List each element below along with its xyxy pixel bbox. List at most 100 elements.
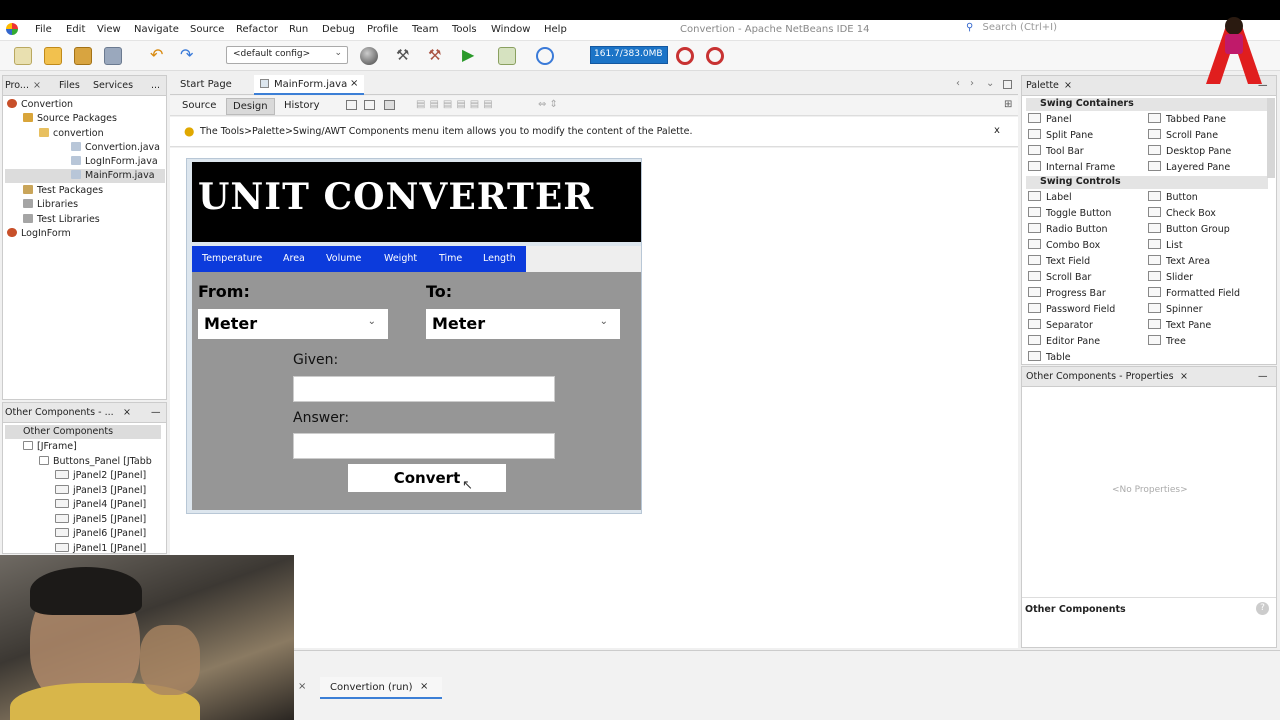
- save-all-icon[interactable]: [104, 47, 122, 65]
- chevron-down-icon[interactable]: ⌄: [986, 78, 994, 89]
- tab-services[interactable]: Services: [93, 80, 133, 91]
- palette-item-toggle-button[interactable]: Toggle Button: [1028, 207, 1111, 219]
- palette-item-text-pane[interactable]: Text Pane: [1148, 319, 1211, 331]
- menu-tools[interactable]: Tools: [452, 24, 477, 35]
- tree-item-convertion-java[interactable]: Convertion.java: [71, 141, 160, 155]
- grid-icon[interactable]: ⊞: [1004, 99, 1012, 110]
- clean-build-icon[interactable]: ⚒: [428, 47, 446, 65]
- menu-profile[interactable]: Profile: [367, 24, 398, 35]
- connection-mode-icon[interactable]: [364, 100, 375, 110]
- navigator-title[interactable]: Other Components - ...: [5, 407, 114, 418]
- answer-field[interactable]: [293, 433, 555, 459]
- palette-item-check-box[interactable]: Check Box: [1148, 207, 1216, 219]
- unit-tab-area[interactable]: Area: [283, 253, 305, 264]
- tree-item-loginform-java[interactable]: LogInForm.java: [71, 155, 158, 169]
- tree-item-test-libraries[interactable]: Test Libraries: [23, 213, 100, 227]
- palette-item-button-group[interactable]: Button Group: [1148, 223, 1230, 235]
- scroll-right-icon[interactable]: ›: [970, 78, 974, 89]
- palette-item-button[interactable]: Button: [1148, 191, 1198, 203]
- palette-item-text-field[interactable]: Text Field: [1028, 255, 1090, 267]
- memory-indicator[interactable]: 161.7/383.0MB: [590, 46, 668, 64]
- unit-tab-temperature[interactable]: Temperature: [202, 253, 262, 264]
- run-icon[interactable]: ▶: [462, 47, 480, 65]
- close-icon[interactable]: ×: [1180, 371, 1188, 382]
- palette-item-label[interactable]: Label: [1028, 191, 1072, 203]
- palette-item-panel[interactable]: Panel: [1028, 113, 1072, 125]
- palette-item-scroll-bar[interactable]: Scroll Bar: [1028, 271, 1091, 283]
- unit-tab-weight[interactable]: Weight: [384, 253, 417, 264]
- palette-item-internal-frame[interactable]: Internal Frame: [1028, 161, 1115, 173]
- menu-run[interactable]: Run: [289, 24, 308, 35]
- palette-item-layered-pane[interactable]: Layered Pane: [1148, 161, 1230, 173]
- minimize-icon[interactable]: —: [1258, 371, 1268, 382]
- view-source[interactable]: Source: [182, 100, 216, 111]
- tree-item-package[interactable]: convertion: [39, 127, 104, 141]
- palette-item-password-field[interactable]: Password Field: [1028, 303, 1115, 315]
- tree-item-source-packages[interactable]: Source Packages: [23, 112, 117, 126]
- menu-window[interactable]: Window: [491, 24, 530, 35]
- open-project-icon[interactable]: [74, 47, 92, 65]
- menu-file[interactable]: File: [35, 24, 52, 35]
- palette-item-tabbed-pane[interactable]: Tabbed Pane: [1148, 113, 1226, 125]
- palette-item-desktop-pane[interactable]: Desktop Pane: [1148, 145, 1231, 157]
- palette-title[interactable]: Palette: [1026, 80, 1059, 91]
- palette-scrollbar[interactable]: [1267, 98, 1275, 178]
- palette-item-combo-box[interactable]: Combo Box: [1028, 239, 1100, 251]
- nav-item-jframe[interactable]: [JFrame]: [23, 440, 77, 454]
- tree-item-libraries[interactable]: Libraries: [23, 198, 78, 212]
- tab-files[interactable]: Files: [59, 80, 80, 91]
- close-icon[interactable]: ×: [1064, 80, 1072, 91]
- palette-item-scroll-pane[interactable]: Scroll Pane: [1148, 129, 1218, 141]
- new-project-icon[interactable]: [44, 47, 62, 65]
- unit-tab-length[interactable]: Length: [483, 253, 516, 264]
- build-hammer-icon[interactable]: ⚒: [396, 47, 414, 65]
- tab-mainform[interactable]: MainForm.java ×: [254, 75, 364, 95]
- tab-start-page[interactable]: Start Page: [180, 79, 232, 90]
- palette-item-separator[interactable]: Separator: [1028, 319, 1093, 331]
- tab-more[interactable]: ...: [151, 80, 160, 91]
- nav-item-jpanel1[interactable]: jPanel1 [JPanel]: [55, 542, 146, 556]
- gc-icon[interactable]: [676, 47, 694, 65]
- palette-item-text-area[interactable]: Text Area: [1148, 255, 1210, 267]
- palette-item-spinner[interactable]: Spinner: [1148, 303, 1203, 315]
- resize-icons[interactable]: ⇔ ⇕: [538, 99, 558, 110]
- palette-item-tree[interactable]: Tree: [1148, 335, 1186, 347]
- close-icon[interactable]: ×: [33, 80, 41, 91]
- nav-item-jpanel2[interactable]: jPanel2 [JPanel]: [55, 469, 146, 483]
- tree-item-mainform-java[interactable]: MainForm.java: [5, 169, 165, 183]
- close-icon[interactable]: ×: [298, 681, 306, 692]
- palette-item-slider[interactable]: Slider: [1148, 271, 1193, 283]
- palette-item-radio-button[interactable]: Radio Button: [1028, 223, 1108, 235]
- palette-item-progress-bar[interactable]: Progress Bar: [1028, 287, 1106, 299]
- debug-icon[interactable]: [498, 47, 516, 65]
- tree-item-test-packages[interactable]: Test Packages: [23, 184, 103, 198]
- preview-design-icon[interactable]: [384, 100, 395, 110]
- palette-item-formatted-field[interactable]: Formatted Field: [1148, 287, 1240, 299]
- properties-title[interactable]: Other Components - Properties: [1026, 371, 1174, 382]
- new-file-icon[interactable]: [14, 47, 32, 65]
- nav-item-jpanel4[interactable]: jPanel4 [JPanel]: [55, 498, 146, 512]
- view-history[interactable]: History: [284, 100, 320, 111]
- menu-refactor[interactable]: Refactor: [236, 24, 278, 35]
- profile-icon[interactable]: [536, 47, 554, 65]
- palette-category-containers[interactable]: Swing Containers: [1026, 98, 1268, 111]
- selection-mode-icon[interactable]: [346, 100, 357, 110]
- minimize-icon[interactable]: —: [151, 407, 161, 418]
- align-icons[interactable]: ▤▤▤▤▤▤: [416, 99, 497, 110]
- target-icon[interactable]: [360, 47, 378, 65]
- menu-navigate[interactable]: Navigate: [134, 24, 179, 35]
- palette-item-table[interactable]: Table: [1028, 351, 1071, 363]
- palette-item-split-pane[interactable]: Split Pane: [1028, 129, 1093, 141]
- unit-tab-time[interactable]: Time: [439, 253, 462, 264]
- maximize-icon[interactable]: [1003, 80, 1012, 89]
- nav-item-buttons-panel[interactable]: Buttons_Panel [JTabb: [39, 455, 152, 469]
- unit-tab-volume[interactable]: Volume: [326, 253, 361, 264]
- close-icon[interactable]: ×: [350, 78, 358, 89]
- hint-close-button[interactable]: x: [994, 125, 1000, 136]
- palette-item-tool-bar[interactable]: Tool Bar: [1028, 145, 1084, 157]
- tree-item-convertion[interactable]: Convertion: [7, 98, 73, 112]
- menu-debug[interactable]: Debug: [322, 24, 355, 35]
- menu-help[interactable]: Help: [544, 24, 567, 35]
- view-design[interactable]: Design: [226, 98, 275, 115]
- palette-category-controls[interactable]: Swing Controls: [1026, 176, 1268, 189]
